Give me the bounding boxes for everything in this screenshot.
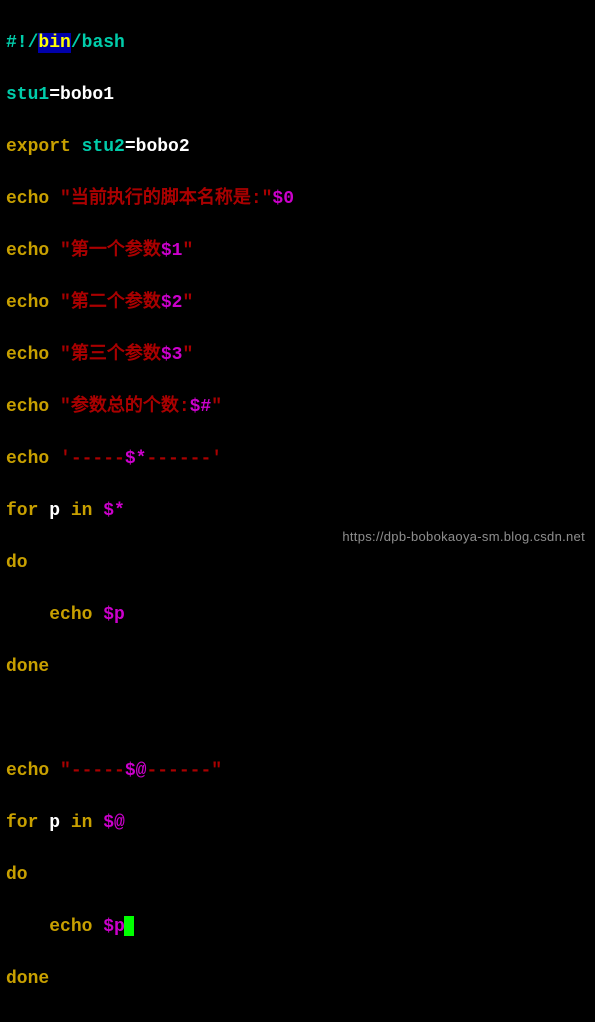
str-end: " [211,397,222,417]
line-15: echo "-----$@------" [6,758,589,784]
param-2: $2 [161,293,183,313]
shebang-bin: bin [38,33,70,53]
eq: = [49,85,60,105]
val-bobo2: bobo2 [136,137,190,157]
str: "第三个参数 [60,345,161,365]
line-10: for p in $* [6,498,589,524]
param-3: $3 [161,345,183,365]
str-end: " [182,241,193,261]
echo: echo [49,605,103,625]
param-hash: $# [190,397,212,417]
kw-do: do [6,865,28,885]
indent [6,605,49,625]
param-0: $0 [272,189,294,209]
shebang-hash: #! [6,33,28,53]
shebang-bash: bash [82,33,125,53]
str: "第二个参数 [60,293,161,313]
str-end: " [182,293,193,313]
eq: = [125,137,136,157]
param-star: $* [103,501,125,521]
line-18: echo $p [6,914,589,940]
line-14-blank [6,706,589,732]
echo: echo [6,449,60,469]
line-11: do [6,550,589,576]
echo: echo [49,917,103,937]
shebang-slash1: / [28,33,39,53]
kw-for: for [6,813,49,833]
cursor-icon [124,916,134,936]
var-p: p [49,501,60,521]
echo: echo [6,761,60,781]
echo: echo [6,397,60,417]
var-stu2: stu2 [82,137,125,157]
str: "当前执行的脚本名称是:" [60,189,272,209]
line-16: for p in $@ [6,810,589,836]
code-block: #!/bin/bash stu1=bobo1 export stu2=bobo2… [0,0,595,1022]
param-at: $@ [103,813,125,833]
kw-in: in [60,813,103,833]
echo: echo [6,241,60,261]
str: "参数总的个数: [60,397,190,417]
line-12: echo $p [6,602,589,628]
kw-for: for [6,501,49,521]
line-2: stu1=bobo1 [6,82,589,108]
line-9: echo '-----$*------' [6,446,589,472]
shebang-slash2: / [71,33,82,53]
val-bobo1: bobo1 [60,85,114,105]
str: '----- [60,449,125,469]
echo: echo [6,345,60,365]
line-19: done [6,966,589,992]
line-6: echo "第二个参数$2" [6,290,589,316]
kw-do: do [6,553,28,573]
str-end: ------" [146,761,222,781]
param-at: $@ [125,761,147,781]
var-p: p [49,813,60,833]
echo: echo [6,189,60,209]
line-8: echo "参数总的个数:$#" [6,394,589,420]
line-7: echo "第三个参数$3" [6,342,589,368]
str-end: " [182,345,193,365]
str-end: ------' [146,449,222,469]
param-p: $p [103,917,125,937]
kw-export: export [6,137,82,157]
str: "第一个参数 [60,241,161,261]
indent [6,917,49,937]
line-3: export stu2=bobo2 [6,134,589,160]
kw-in: in [60,501,103,521]
echo: echo [6,293,60,313]
var-stu1: stu1 [6,85,49,105]
watermark: https://dpb-bobokaoya-sm.blog.csdn.net [342,524,585,550]
kw-done: done [6,969,49,989]
param-1: $1 [161,241,183,261]
line-13: done [6,654,589,680]
param-star: $* [125,449,147,469]
line-5: echo "第一个参数$1" [6,238,589,264]
param-p: $p [103,605,125,625]
line-shebang: #!/bin/bash [6,30,589,56]
kw-done: done [6,657,49,677]
str: "----- [60,761,125,781]
line-17: do [6,862,589,888]
line-4: echo "当前执行的脚本名称是:"$0 [6,186,589,212]
